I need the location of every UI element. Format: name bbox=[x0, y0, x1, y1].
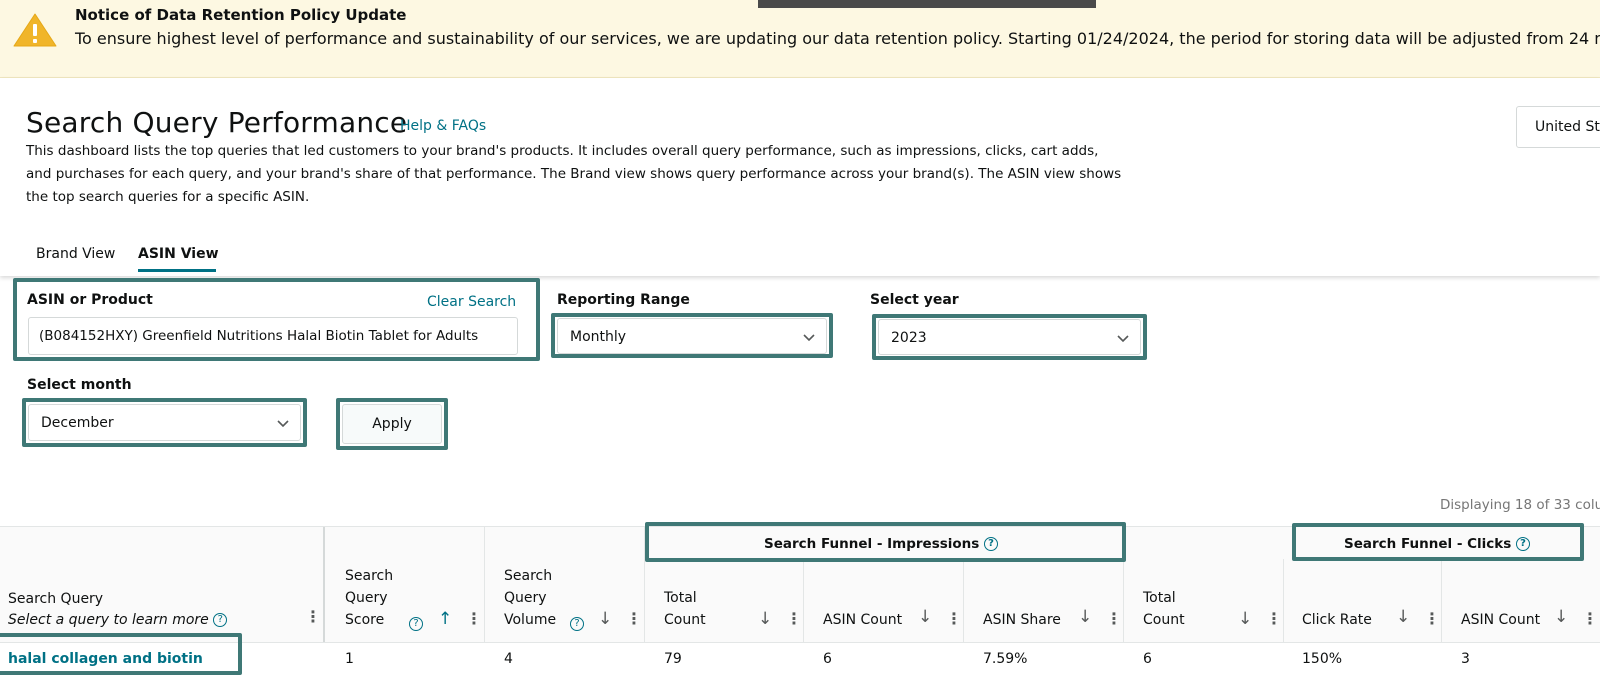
notice-title: Notice of Data Retention Policy Update bbox=[75, 6, 407, 24]
help-circle-icon[interactable]: ? bbox=[570, 617, 584, 631]
clicks-group-label: Search Funnel - Clicks bbox=[1344, 536, 1512, 552]
column-menu-icon[interactable]: ⋮ bbox=[305, 607, 321, 626]
clk-total-l1: Total bbox=[1143, 590, 1176, 606]
volume-cell: 4 bbox=[504, 651, 513, 667]
impressions-group-header: Search Funnel - Impressions ? bbox=[764, 536, 999, 552]
page-description: This dashboard lists the top queries tha… bbox=[26, 143, 1122, 205]
click-rate-header: Click Rate bbox=[1302, 612, 1372, 628]
sort-descending-icon[interactable]: ↓ bbox=[1396, 607, 1410, 627]
volume-header-l1: Search bbox=[504, 568, 553, 584]
range-label: Reporting Range bbox=[557, 292, 690, 308]
help-circle-icon[interactable]: ? bbox=[1516, 537, 1531, 551]
clk-total-l2: Count bbox=[1143, 612, 1185, 628]
score-header-l3: Score bbox=[345, 612, 385, 628]
apply-button[interactable]: Apply bbox=[342, 404, 442, 444]
score-header-l2: Query bbox=[345, 590, 388, 606]
volume-header-l3: Volume bbox=[504, 612, 557, 628]
imp-total-l1: Total bbox=[664, 590, 697, 606]
clk-total-count-header: Total Count bbox=[1143, 587, 1185, 631]
imp-total-l2: Count bbox=[664, 612, 706, 628]
imp-asin-count-header: ASIN Count bbox=[823, 612, 903, 628]
sort-descending-icon[interactable]: ↓ bbox=[918, 607, 932, 627]
sort-ascending-icon[interactable]: ↑ bbox=[438, 609, 452, 629]
column-menu-icon[interactable]: ⋮ bbox=[1266, 609, 1282, 628]
impressions-group-label: Search Funnel - Impressions bbox=[764, 536, 980, 552]
reporting-range-select[interactable]: Monthly bbox=[557, 318, 827, 354]
help-faqs-link[interactable]: Help & FAQs bbox=[400, 118, 486, 134]
column-menu-icon[interactable]: ⋮ bbox=[786, 609, 802, 628]
sort-descending-icon[interactable]: ↓ bbox=[1554, 607, 1568, 627]
search-query-hint: Select a query to learn more bbox=[8, 612, 209, 628]
column-menu-icon[interactable]: ⋮ bbox=[466, 609, 482, 628]
column-menu-icon[interactable]: ⋮ bbox=[1106, 609, 1122, 628]
click-rate-cell: 150% bbox=[1302, 651, 1343, 667]
year-value: 2023 bbox=[891, 330, 927, 346]
score-header-l1: Search bbox=[345, 568, 394, 584]
chevron-down-icon bbox=[803, 334, 815, 342]
header-panel: Search Query Performance Help & FAQs Thi… bbox=[0, 78, 1600, 276]
tab-brand-view[interactable]: Brand View bbox=[36, 246, 115, 262]
top-strip bbox=[758, 0, 1096, 8]
sort-descending-icon[interactable]: ↓ bbox=[1238, 609, 1252, 629]
sort-descending-icon[interactable]: ↓ bbox=[758, 609, 772, 629]
tab-asin-view[interactable]: ASIN View bbox=[138, 246, 219, 262]
imp-total-count-header: Total Count bbox=[664, 587, 706, 631]
clk-asin-count-cell: 3 bbox=[1461, 651, 1470, 667]
help-circle-icon[interactable]: ? bbox=[984, 537, 999, 551]
chevron-down-icon bbox=[277, 420, 289, 428]
results-table: Search Funnel - Impressions ? Search Fun… bbox=[0, 522, 1600, 675]
displaying-columns-text: Displaying 18 of 33 columns bbox=[1440, 497, 1600, 513]
search-query-subheader: Select a query to learn more ? bbox=[8, 612, 228, 628]
imp-total-cell: 79 bbox=[664, 651, 682, 667]
asin-label: ASIN or Product bbox=[27, 292, 153, 308]
year-select[interactable]: 2023 bbox=[878, 319, 1141, 355]
page-title: Search Query Performance bbox=[26, 106, 408, 139]
sort-descending-icon[interactable]: ↓ bbox=[598, 609, 612, 629]
column-menu-icon[interactable]: ⋮ bbox=[1424, 609, 1440, 628]
country-select[interactable]: United States bbox=[1516, 106, 1600, 148]
notice-banner: Notice of Data Retention Policy Update T… bbox=[0, 0, 1600, 78]
sort-descending-icon[interactable]: ↓ bbox=[1078, 607, 1092, 627]
help-circle-icon[interactable]: ? bbox=[409, 617, 423, 631]
clicks-group-header: Search Funnel - Clicks ? bbox=[1344, 536, 1531, 552]
column-menu-icon[interactable]: ⋮ bbox=[946, 609, 962, 628]
clear-search-link[interactable]: Clear Search bbox=[427, 294, 516, 310]
imp-asin-share-header: ASIN Share bbox=[983, 612, 1061, 628]
search-query-header: Search Query bbox=[8, 591, 104, 607]
score-header: Search Query Score bbox=[345, 565, 393, 631]
year-label: Select year bbox=[870, 292, 959, 308]
asin-input[interactable]: (B084152HXY) Greenfield Nutritions Halal… bbox=[28, 317, 518, 355]
query-highlight bbox=[0, 633, 242, 675]
month-label: Select month bbox=[27, 377, 132, 393]
month-select[interactable]: December bbox=[28, 404, 301, 441]
column-menu-icon[interactable]: ⋮ bbox=[1582, 609, 1598, 628]
column-menu-icon[interactable]: ⋮ bbox=[626, 609, 642, 628]
clk-asin-count-header: ASIN Count bbox=[1461, 612, 1541, 628]
notice-text: To ensure highest level of performance a… bbox=[75, 29, 1600, 48]
help-circle-icon[interactable]: ? bbox=[213, 613, 228, 627]
volume-header-l2: Query bbox=[504, 590, 547, 606]
imp-asin-count-cell: 6 bbox=[823, 651, 832, 667]
score-cell: 1 bbox=[345, 651, 354, 667]
active-tab-indicator bbox=[138, 269, 216, 272]
warning-icon bbox=[13, 13, 57, 47]
chevron-down-icon bbox=[1117, 335, 1129, 343]
volume-header: Search Query Volume bbox=[504, 565, 556, 631]
month-value: December bbox=[41, 415, 114, 431]
range-value: Monthly bbox=[570, 329, 627, 345]
imp-asin-share-cell: 7.59% bbox=[983, 651, 1028, 667]
clk-total-cell: 6 bbox=[1143, 651, 1152, 667]
